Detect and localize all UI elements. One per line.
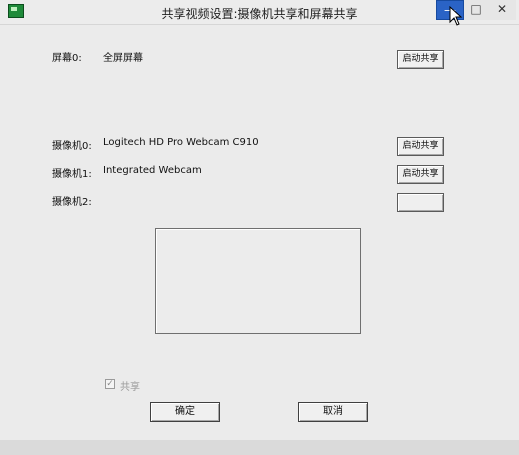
ok-button[interactable]: 确定 — [150, 402, 220, 422]
share-checkbox-label: 共享 — [120, 382, 140, 393]
screen-0-label: 屏幕0: — [52, 53, 82, 64]
start-share-camera-0-button[interactable]: 启动共享 — [397, 137, 444, 156]
camera-1-label: 摄像机1: — [52, 169, 92, 180]
share-video-settings-window: 共享视频设置:摄像机共享和屏幕共享 — □ ✕ 屏幕0: 全屏屏幕 启动共享 摄… — [0, 0, 519, 455]
camera-2-label: 摄像机2: — [52, 197, 92, 208]
camera-0-label: 摄像机0: — [52, 141, 92, 152]
mouse-cursor-icon — [449, 6, 463, 26]
share-checkbox[interactable]: ✓ — [105, 379, 115, 389]
camera-1-device: Integrated Webcam — [103, 165, 202, 176]
start-share-camera-1-button[interactable]: 启动共享 — [397, 165, 444, 184]
video-preview-area — [155, 228, 361, 334]
close-button[interactable]: ✕ — [488, 0, 516, 20]
window-bottom-edge — [0, 440, 519, 455]
title-bar[interactable]: 共享视频设置:摄像机共享和屏幕共享 — □ ✕ — [0, 0, 519, 26]
start-share-camera-2-button[interactable] — [397, 193, 444, 212]
cancel-button[interactable]: 取消 — [298, 402, 368, 422]
start-share-screen-0-button[interactable]: 启动共享 — [397, 50, 444, 69]
camera-0-device: Logitech HD Pro Webcam C910 — [103, 137, 259, 148]
screen-0-device: 全屏屏幕 — [103, 53, 143, 64]
maximize-button[interactable]: □ — [464, 0, 488, 20]
